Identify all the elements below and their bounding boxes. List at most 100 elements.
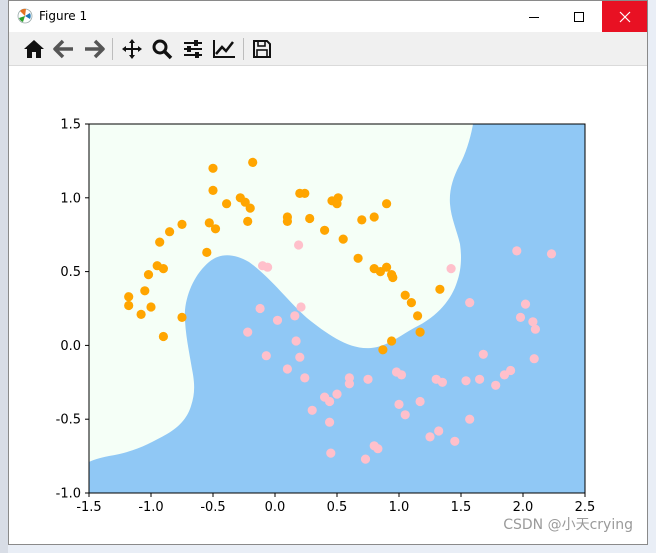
data-point-orange [320,225,330,235]
data-point-pink [465,298,475,308]
x-tick-label: 0.0 [265,500,286,515]
data-point-pink [294,240,304,250]
window-title: Figure 1 [39,9,88,23]
edit-axis-button[interactable] [211,36,237,62]
data-point-orange [338,234,348,244]
data-point-pink [296,302,306,312]
minimize-button[interactable] [511,1,556,32]
close-icon [619,11,630,22]
data-point-pink [400,410,410,420]
y-axis-ticks: -1.0 -0.5 0.0 0.5 1.0 1.5 [56,118,89,502]
data-point-orange [177,219,187,229]
x-axis-ticks: -1.5 -1.0 -0.5 0.0 0.5 1.0 1.5 2.0 2.5 [76,493,595,515]
figure-canvas[interactable]: -1.5 -1.0 -0.5 0.0 0.5 1.0 1.5 2.0 2.5 -1.0 -0.5 0… [9,66,647,544]
home-button[interactable] [21,36,47,62]
data-point-orange [245,203,255,213]
data-point-orange [208,185,218,195]
data-point-orange [387,336,397,346]
configure-subplots-button[interactable] [180,36,206,62]
data-point-pink [437,377,447,387]
home-icon [24,40,44,58]
save-button[interactable] [249,36,275,62]
data-point-orange [378,345,388,355]
data-point-pink [515,312,526,322]
data-point-orange [333,193,343,203]
data-point-pink [512,246,522,256]
data-point-pink [506,365,516,376]
matplotlib-logo-icon [17,8,33,24]
data-point-orange [208,163,218,173]
y-tick-label: -0.5 [56,413,81,428]
data-point-orange [406,298,416,308]
x-tick-label: 2.5 [575,500,596,515]
navigation-toolbar [9,32,647,66]
data-point-orange [155,237,165,247]
line-chart-icon [213,40,235,58]
zoom-button[interactable] [149,36,175,62]
data-point-pink [307,405,317,415]
data-point-pink [291,336,301,346]
data-point-orange [300,188,310,198]
data-point-pink [295,352,305,362]
move-icon [122,39,142,59]
data-point-pink [326,448,336,458]
y-tick-label: 1.0 [60,191,81,206]
data-point-pink [446,264,456,274]
arrow-right-icon [85,39,105,59]
data-point-pink [461,376,471,386]
data-point-pink [263,262,273,272]
figure-window: Figure 1 -1.5 -1.0 -0.5 0.0 0.5 1.0 1.5 … [8,0,648,545]
maximize-icon [573,11,584,22]
data-point-orange [305,213,315,224]
data-point-pink [475,374,485,384]
data-point-orange [369,212,379,222]
data-point-pink [290,311,300,321]
sliders-icon [184,40,202,58]
plot-area [89,124,585,493]
data-point-orange [222,199,232,209]
data-point-orange [143,270,154,280]
data-point-orange [177,312,187,322]
data-point-pink [491,380,501,390]
data-point-orange [388,272,398,283]
back-button[interactable] [51,36,77,62]
forward-button[interactable] [81,36,107,62]
watermark-text: CSDN @小天crying [503,517,633,533]
title-bar[interactable]: Figure 1 [9,1,647,32]
data-point-pink [546,249,557,259]
data-point-orange [136,309,146,319]
data-point-pink [332,389,342,399]
data-point-orange [353,253,363,263]
data-point-pink [261,351,271,361]
maximize-button[interactable] [556,1,601,32]
data-point-pink [396,370,407,380]
close-button[interactable] [602,1,647,32]
data-point-orange [282,216,292,226]
data-point-orange [202,247,212,257]
data-point-pink [450,436,460,446]
data-point-pink [434,426,444,436]
data-point-orange [165,227,175,237]
data-point-orange [243,216,253,226]
data-point-pink [425,432,435,442]
y-tick-label: 0.5 [60,265,81,280]
data-point-orange [382,199,392,209]
x-tick-label: 2.0 [513,500,534,515]
data-point-pink [529,354,539,364]
data-point-orange [413,311,423,321]
scatter-plot: -1.5 -1.0 -0.5 0.0 0.5 1.0 1.5 2.0 2.5 -1.0-0.50… [56,118,596,516]
x-tick-label: 1.0 [389,500,410,515]
data-point-pink [344,379,354,389]
data-point-pink [363,374,373,384]
data-point-orange [435,284,445,294]
data-point-pink [465,414,475,424]
data-point-pink [478,349,488,359]
x-tick-label: 0.5 [327,500,348,515]
data-point-pink [243,327,253,337]
minimize-icon [528,16,539,18]
floppy-disk-icon [253,40,271,58]
pan-button[interactable] [119,36,145,62]
data-point-orange [210,224,221,234]
x-tick-label: 1.5 [451,500,472,515]
arrow-left-icon [53,39,73,59]
